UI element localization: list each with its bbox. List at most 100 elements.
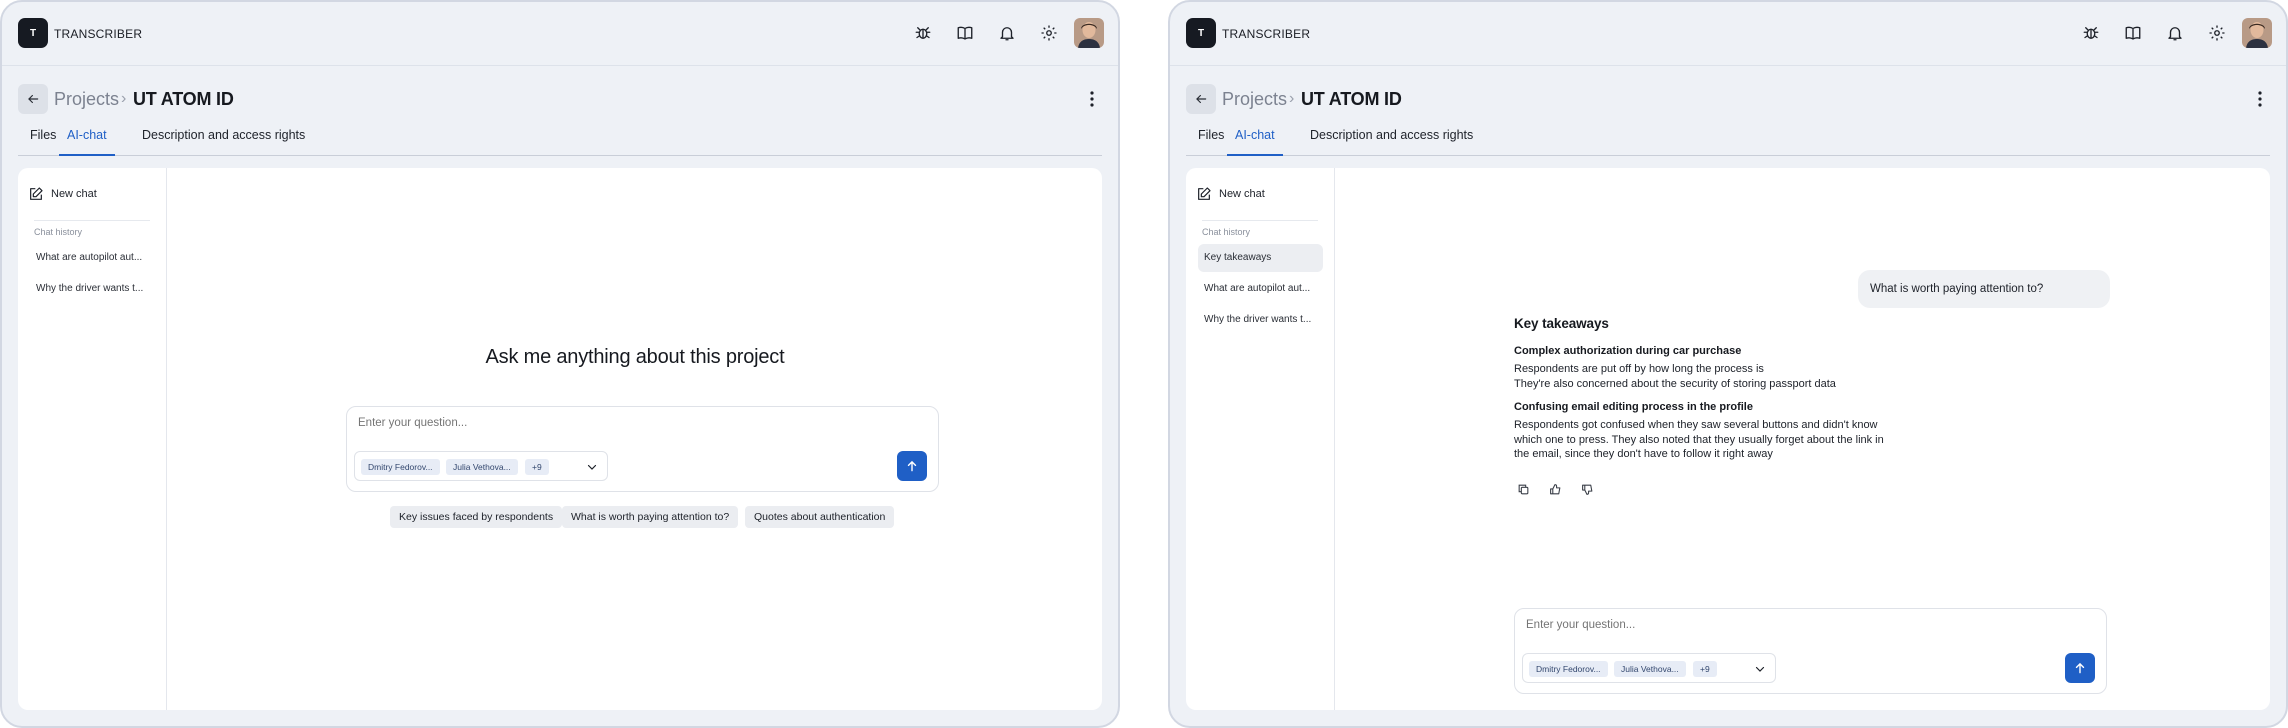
new-chat-button[interactable]: New chat bbox=[28, 184, 97, 204]
tab-bar: Files AI-chat Description and access rig… bbox=[1186, 122, 2270, 156]
arrow-up-icon bbox=[2075, 662, 2085, 674]
empty-state-title: Ask me anything about this project bbox=[485, 346, 785, 368]
more-respondents-chip[interactable]: +9 bbox=[1693, 661, 1717, 677]
answer-section-heading: Complex authorization during car purchas… bbox=[1514, 345, 1742, 357]
answer-line: They're also concerned about the securit… bbox=[1514, 377, 1836, 390]
chat-history-item-selected[interactable]: Key takeaways bbox=[1198, 244, 1323, 272]
breadcrumb-separator: › bbox=[1289, 90, 1295, 107]
answer-line: Respondents got confused when they saw s… bbox=[1514, 419, 1878, 431]
page-title: UT ATOM ID bbox=[1301, 89, 1402, 109]
avatar[interactable] bbox=[1074, 18, 1104, 48]
answer-section: Confusing email editing process in the p… bbox=[1514, 401, 1914, 462]
respondent-chip[interactable]: Julia Vethova... bbox=[446, 459, 518, 475]
app-brand: TRANSCRIBER bbox=[1222, 27, 1311, 41]
logo-letter: T bbox=[29, 27, 37, 39]
thumbs-up-icon[interactable] bbox=[1546, 480, 1564, 498]
answer-line: the email, since they don't have to foll… bbox=[1514, 448, 1773, 460]
top-bar: T TRANSCRIBER bbox=[2, 2, 1118, 66]
bug-icon[interactable] bbox=[2080, 22, 2102, 44]
chat-history-item[interactable]: What are autopilot aut... bbox=[1198, 275, 1323, 303]
gear-icon[interactable] bbox=[2206, 22, 2228, 44]
bell-icon[interactable] bbox=[996, 22, 1018, 44]
answer-section: Complex authorization during car purchas… bbox=[1514, 345, 1914, 391]
question-input[interactable] bbox=[358, 417, 838, 429]
kebab-icon[interactable] bbox=[1082, 88, 1102, 110]
answer-actions bbox=[1514, 480, 1596, 498]
breadcrumb-separator: › bbox=[121, 90, 127, 107]
breadcrumb: Projects › UT ATOM ID bbox=[1186, 84, 2270, 114]
tab-bar: Files AI-chat Description and access rig… bbox=[18, 122, 1102, 156]
chat-panel: New chat Chat history Key takeaways What… bbox=[1186, 168, 2270, 710]
send-button[interactable] bbox=[897, 451, 927, 481]
respondent-chip[interactable]: Julia Vethova... bbox=[1614, 661, 1686, 677]
back-button[interactable] bbox=[1186, 84, 1216, 114]
breadcrumb-projects-link[interactable]: Projects bbox=[1222, 89, 1287, 110]
assistant-answer: Key takeaways Complex authorization duri… bbox=[1514, 316, 1914, 472]
edit-icon bbox=[1198, 187, 1211, 200]
chat-sidebar: New chat Chat history Key takeaways What… bbox=[1186, 168, 1335, 710]
breadcrumb: Projects › UT ATOM ID bbox=[18, 84, 1102, 114]
chat-sidebar: New chat Chat history What are autopilot… bbox=[18, 168, 167, 710]
chat-main: What is worth paying attention to? Key t… bbox=[1336, 168, 2270, 710]
tab-description-access[interactable]: Description and access rights bbox=[1310, 128, 1473, 156]
new-chat-label: New chat bbox=[1219, 188, 1265, 200]
chevron-down-icon[interactable] bbox=[585, 460, 599, 474]
more-respondents-chip[interactable]: +9 bbox=[525, 459, 549, 475]
kebab-icon[interactable] bbox=[2250, 88, 2270, 110]
suggestion-chip[interactable]: Key issues faced by respondents bbox=[390, 506, 563, 528]
logo-letter: T bbox=[1197, 27, 1205, 39]
app-logo[interactable]: T bbox=[1186, 18, 1216, 48]
respondent-chip[interactable]: Dmitry Fedorov... bbox=[1529, 661, 1608, 677]
chat-history-label: Chat history bbox=[34, 227, 83, 237]
bug-icon[interactable] bbox=[912, 22, 934, 44]
answer-line: which one to press. They also noted that… bbox=[1514, 433, 1884, 446]
send-button[interactable] bbox=[2065, 653, 2095, 683]
arrow-left-icon bbox=[1196, 94, 1207, 104]
respondent-filter[interactable]: Dmitry Fedorov... Julia Vethova... +9 bbox=[1522, 653, 1776, 683]
tab-files[interactable]: Files bbox=[1198, 128, 1224, 156]
new-chat-button[interactable]: New chat bbox=[1196, 184, 1265, 204]
bell-icon[interactable] bbox=[2164, 22, 2186, 44]
app-logo[interactable]: T bbox=[18, 18, 48, 48]
question-input[interactable] bbox=[1526, 619, 2006, 631]
gear-icon[interactable] bbox=[1038, 22, 1060, 44]
copy-icon[interactable] bbox=[1514, 480, 1532, 498]
suggestion-chip[interactable]: Quotes about authentication bbox=[745, 506, 895, 528]
question-composer: Dmitry Fedorov... Julia Vethova... +9 bbox=[1514, 608, 2107, 694]
avatar[interactable] bbox=[2242, 18, 2272, 48]
sidebar-divider bbox=[34, 220, 150, 221]
thumbs-down-icon[interactable] bbox=[1578, 480, 1596, 498]
answer-section-heading: Confusing email editing process in the p… bbox=[1514, 401, 1753, 413]
suggestion-chip[interactable]: What is worth paying attention to? bbox=[562, 506, 739, 528]
edit-icon bbox=[30, 187, 43, 200]
app-window-answered-chat: T TRANSCRIBER Projects › UT ATOM ID File… bbox=[1168, 0, 2288, 728]
tab-files[interactable]: Files bbox=[30, 128, 56, 156]
breadcrumb-projects-link[interactable]: Projects bbox=[54, 89, 119, 110]
sidebar-divider bbox=[1202, 220, 1318, 221]
question-composer: Dmitry Fedorov... Julia Vethova... +9 bbox=[346, 406, 939, 492]
answer-line: Respondents are put off by how long the … bbox=[1514, 363, 1764, 375]
chat-history-item[interactable]: What are autopilot aut... bbox=[30, 244, 155, 272]
respondent-chip[interactable]: Dmitry Fedorov... bbox=[361, 459, 440, 475]
arrow-up-icon bbox=[907, 460, 917, 472]
app-brand: TRANSCRIBER bbox=[54, 27, 143, 41]
chat-history-label: Chat history bbox=[1202, 227, 1251, 237]
back-button[interactable] bbox=[18, 84, 48, 114]
page-title: UT ATOM ID bbox=[133, 89, 234, 109]
tab-ai-chat[interactable]: AI-chat bbox=[59, 128, 115, 156]
respondent-filter[interactable]: Dmitry Fedorov... Julia Vethova... +9 bbox=[354, 451, 608, 481]
arrow-left-icon bbox=[28, 94, 39, 104]
top-bar: T TRANSCRIBER bbox=[1170, 2, 2286, 66]
chevron-down-icon[interactable] bbox=[1753, 662, 1767, 676]
tab-description-access[interactable]: Description and access rights bbox=[142, 128, 305, 156]
chat-main: Ask me anything about this project Dmitr… bbox=[168, 168, 1102, 710]
app-window-empty-chat: T TRANSCRIBER Projects › UT ATOM ID File… bbox=[0, 0, 1120, 728]
chat-history-item[interactable]: Why the driver wants t... bbox=[1198, 306, 1323, 334]
tab-ai-chat[interactable]: AI-chat bbox=[1227, 128, 1283, 156]
chat-panel: New chat Chat history What are autopilot… bbox=[18, 168, 1102, 710]
book-icon[interactable] bbox=[2122, 22, 2144, 44]
user-message: What is worth paying attention to? bbox=[1858, 270, 2110, 308]
chat-history-item[interactable]: Why the driver wants t... bbox=[30, 275, 155, 303]
answer-title: Key takeaways bbox=[1514, 316, 1609, 331]
book-icon[interactable] bbox=[954, 22, 976, 44]
